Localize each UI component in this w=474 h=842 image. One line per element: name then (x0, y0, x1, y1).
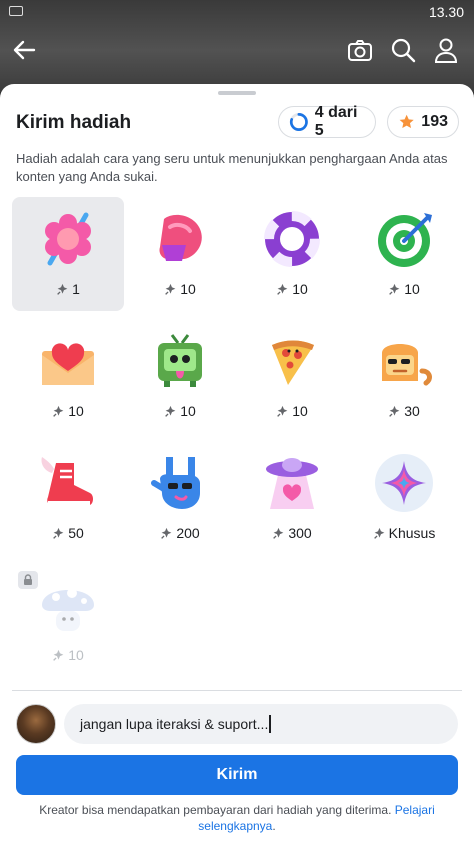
star-sparkle-icon (165, 405, 176, 417)
gift-price: 10 (124, 403, 236, 419)
gift-price: 10 (236, 403, 348, 419)
flower-gift-icon (45, 212, 91, 266)
pizza-gift-icon (272, 340, 314, 385)
gift-price: 200 (124, 525, 236, 541)
gift-price: Khusus (348, 525, 460, 541)
keyboard-icon (9, 6, 23, 16)
gift-tile[interactable]: 1 (12, 197, 124, 311)
star-sparkle-icon (57, 283, 68, 295)
gift-tile[interactable]: 300 (236, 441, 348, 555)
sparkle-gift-icon (375, 454, 433, 512)
stars-balance-pill[interactable]: 193 (387, 106, 459, 138)
sheet-title: Kirim hadiah (16, 112, 132, 133)
gift-description: Hadiah adalah cara yang seru untuk menun… (16, 151, 448, 184)
search-icon[interactable] (389, 36, 417, 64)
gift-tile[interactable]: 10 (12, 319, 124, 433)
profile-icon[interactable] (432, 36, 460, 64)
tv-monster-gift-icon (158, 334, 202, 387)
lock-icon (18, 571, 38, 589)
gift-tile[interactable]: 10 (124, 319, 236, 433)
love-letter-gift-icon (42, 343, 94, 385)
video-background: 13.30 (0, 0, 474, 92)
gift-price: 10 (12, 403, 124, 419)
gift-price: 1 (12, 281, 124, 297)
status-bar: 13.30 (0, 0, 474, 24)
star-sparkle-icon (277, 283, 288, 295)
gift-price: 50 (12, 525, 124, 541)
star-icon (399, 114, 414, 129)
star-sparkle-icon (53, 649, 64, 661)
gift-tile[interactable]: 50 (12, 441, 124, 555)
gift-price: 30 (348, 403, 460, 419)
camera-icon[interactable] (346, 36, 374, 64)
stars-count: 193 (421, 113, 448, 130)
gift-tile-locked[interactable]: 10 (12, 563, 124, 677)
star-sparkle-icon (273, 527, 284, 539)
boxing-glove-gift-icon (159, 214, 202, 261)
star-sparkle-icon (53, 527, 64, 539)
lifebuoy-gift-icon (264, 211, 320, 267)
gift-tile[interactable]: 10 (124, 197, 236, 311)
text-caret (269, 715, 271, 733)
star-sparkle-icon (161, 527, 172, 539)
star-sparkle-icon (389, 283, 400, 295)
gift-tile[interactable]: 30 (348, 319, 460, 433)
gift-tile[interactable]: 10 (236, 319, 348, 433)
gift-price: 10 (236, 281, 348, 297)
progress-label: 4 dari 5 (314, 104, 358, 139)
star-sparkle-icon (373, 527, 385, 539)
message-text: jangan lupa iteraksi & suport... (80, 716, 269, 732)
bread-cat-gift-icon (382, 344, 432, 386)
gift-tile[interactable]: 200 (124, 441, 236, 555)
drag-handle[interactable] (218, 91, 256, 95)
gift-price: 300 (236, 525, 348, 541)
rock-hand-gift-icon (151, 457, 200, 509)
gift-tile[interactable]: 10 (348, 197, 460, 311)
divider (12, 690, 462, 691)
gift-tile[interactable]: 10 (236, 197, 348, 311)
gift-progress-pill[interactable]: 4 dari 5 (278, 104, 376, 139)
send-gift-button[interactable]: Kirim (16, 755, 458, 795)
status-time: 13.30 (428, 4, 464, 20)
gift-price: 10 (348, 281, 460, 297)
winged-shoe-gift-icon (41, 457, 93, 507)
gift-price: 10 (124, 281, 236, 297)
star-sparkle-icon (389, 405, 400, 417)
gift-price: 10 (12, 647, 124, 663)
mushroom-gift-icon (42, 588, 94, 631)
progress-ring-icon (289, 113, 308, 131)
star-sparkle-icon (277, 405, 288, 417)
avatar (16, 704, 56, 744)
message-input[interactable]: jangan lupa iteraksi & suport... (64, 704, 458, 744)
gift-bottom-sheet: Kirim hadiah 4 dari 5 193 Hadiah adalah … (0, 84, 474, 842)
star-sparkle-icon (53, 405, 64, 417)
footer-note: Kreator bisa mendapatkan pembayaran dari… (39, 803, 435, 833)
ufo-gift-icon (266, 458, 318, 509)
target-gift-icon (378, 213, 432, 267)
star-sparkle-icon (165, 283, 176, 295)
back-arrow-icon[interactable] (10, 36, 38, 64)
gift-tile[interactable]: Khusus (348, 441, 460, 555)
